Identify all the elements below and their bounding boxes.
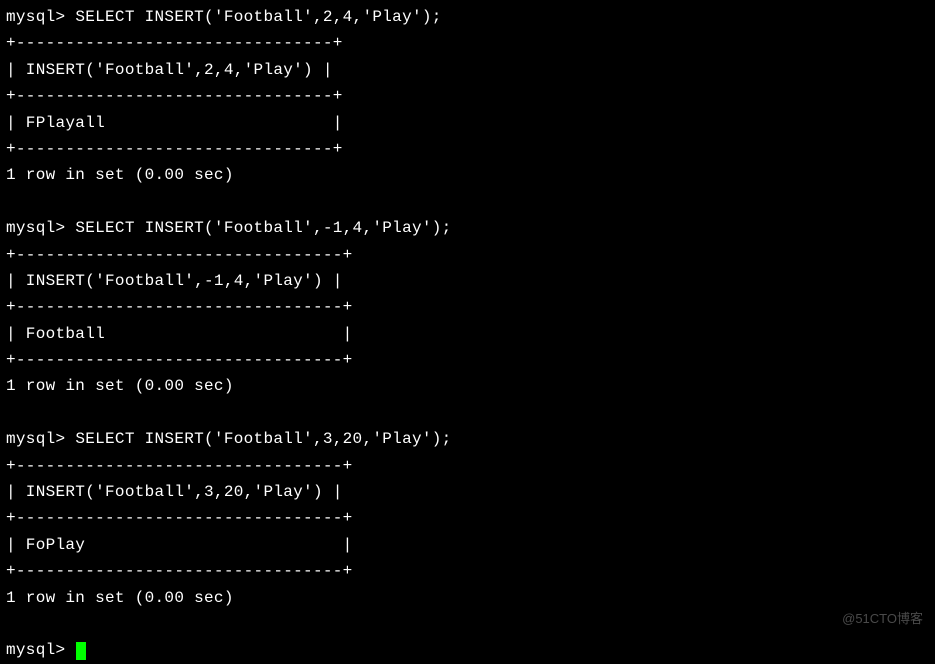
table-border: +---------------------------------+: [6, 242, 929, 268]
command-line: mysql> SELECT INSERT('Football',-1,4,'Pl…: [6, 215, 929, 241]
active-prompt-line[interactable]: mysql>: [6, 637, 929, 663]
prompt: mysql>: [6, 219, 75, 237]
command-line: mysql> SELECT INSERT('Football',3,20,'Pl…: [6, 426, 929, 452]
table-row: | FPlayall |: [6, 110, 929, 136]
query-footer: 1 row in set (0.00 sec): [6, 162, 929, 188]
table-border: +--------------------------------+: [6, 83, 929, 109]
cursor-icon: [76, 642, 86, 660]
sql-command: SELECT INSERT('Football',3,20,'Play');: [75, 430, 451, 448]
sql-command: SELECT INSERT('Football',2,4,'Play');: [75, 8, 441, 26]
command-line: mysql> SELECT INSERT('Football',2,4,'Pla…: [6, 4, 929, 30]
table-row: | Football |: [6, 321, 929, 347]
terminal-output: mysql> SELECT INSERT('Football',2,4,'Pla…: [6, 4, 929, 664]
table-border: +---------------------------------+: [6, 347, 929, 373]
table-border: +---------------------------------+: [6, 558, 929, 584]
prompt: mysql>: [6, 8, 75, 26]
sql-command: SELECT INSERT('Football',-1,4,'Play');: [75, 219, 451, 237]
table-border: +--------------------------------+: [6, 136, 929, 162]
prompt: mysql>: [6, 637, 75, 663]
prompt: mysql>: [6, 430, 75, 448]
table-border: +---------------------------------+: [6, 453, 929, 479]
table-header: | INSERT('Football',2,4,'Play') |: [6, 57, 929, 83]
table-header: | INSERT('Football',-1,4,'Play') |: [6, 268, 929, 294]
blank-line: [6, 400, 929, 426]
table-row: | FoPlay |: [6, 532, 929, 558]
table-header: | INSERT('Football',3,20,'Play') |: [6, 479, 929, 505]
table-border: +---------------------------------+: [6, 505, 929, 531]
blank-line: [6, 611, 929, 637]
query-footer: 1 row in set (0.00 sec): [6, 585, 929, 611]
table-border: +---------------------------------+: [6, 294, 929, 320]
watermark-text: @51CTO博客: [842, 608, 923, 629]
query-footer: 1 row in set (0.00 sec): [6, 373, 929, 399]
blank-line: [6, 189, 929, 215]
table-border: +--------------------------------+: [6, 30, 929, 56]
